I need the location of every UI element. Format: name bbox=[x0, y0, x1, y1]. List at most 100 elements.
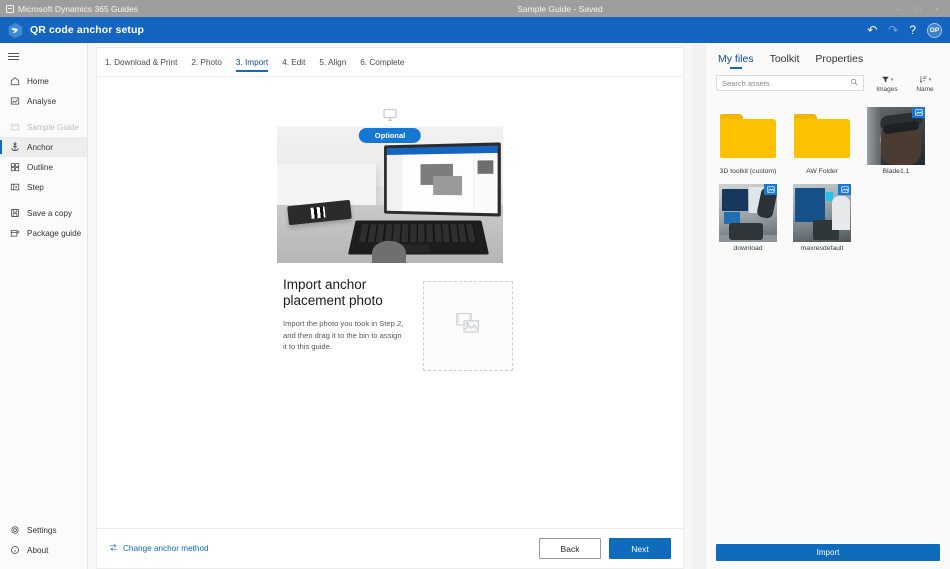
sort-name-button[interactable]: ▾ Name bbox=[910, 75, 940, 93]
assets-file-grid: 3D toolkit (custom) AW Folder Blade1.1 d… bbox=[706, 93, 950, 538]
anchor-photo-preview bbox=[277, 126, 503, 263]
maximize-button[interactable]: □ bbox=[915, 4, 920, 14]
monitor-icon bbox=[277, 107, 503, 123]
back-button[interactable]: Back bbox=[539, 538, 601, 559]
app-window: Microsoft Dynamics 365 Guides Sample Gui… bbox=[0, 0, 950, 569]
search-input[interactable] bbox=[722, 78, 850, 88]
tab-edit[interactable]: 4. Edit bbox=[282, 48, 305, 77]
redo-icon[interactable]: ↷ bbox=[888, 24, 898, 36]
photo-dropzone[interactable] bbox=[423, 281, 513, 371]
file-item-folder[interactable]: AW Folder bbox=[790, 107, 854, 176]
avatar[interactable]: OP bbox=[927, 22, 942, 38]
import-bar: Import bbox=[706, 538, 950, 569]
folder-thumbnail bbox=[790, 107, 854, 165]
step-icon bbox=[9, 182, 20, 193]
sidebar-item-anchor[interactable]: Anchor bbox=[0, 137, 87, 157]
minimize-button[interactable]: – bbox=[896, 4, 901, 14]
sidebar-item-home[interactable]: Home bbox=[0, 71, 87, 91]
sidebar-label: Anchor bbox=[27, 142, 53, 152]
package-icon bbox=[9, 228, 20, 239]
home-icon bbox=[9, 76, 20, 87]
tab-toolkit[interactable]: Toolkit bbox=[770, 53, 800, 71]
sort-label: Name bbox=[916, 86, 934, 93]
hamburger-menu-icon[interactable] bbox=[0, 43, 87, 69]
sidebar-item-analyse[interactable]: Analyse bbox=[0, 91, 87, 111]
assets-search-row: ▾ Images ▾ Name bbox=[706, 71, 950, 93]
gear-icon bbox=[9, 525, 20, 536]
file-item-image[interactable]: Blade1.1 bbox=[864, 107, 928, 176]
filter-icon: ▾ bbox=[881, 75, 893, 84]
app-header-bar: QR code anchor setup ↶ ↷ ? OP bbox=[0, 17, 950, 43]
optional-badge: Optional bbox=[358, 128, 422, 143]
import-heading: Import anchor placement photo bbox=[283, 277, 383, 309]
change-anchor-method-label: Change anchor method bbox=[123, 544, 209, 553]
import-button[interactable]: Import bbox=[716, 544, 940, 561]
wizard-footer: Change anchor method Back Next bbox=[97, 528, 683, 568]
sidebar-label: Settings bbox=[27, 525, 57, 535]
os-title-bar: Microsoft Dynamics 365 Guides Sample Gui… bbox=[0, 0, 950, 17]
tab-import[interactable]: 3. Import bbox=[235, 48, 269, 77]
sidebar-item-about[interactable]: About bbox=[0, 540, 87, 560]
guide-icon bbox=[9, 122, 20, 133]
sidebar-label: Save a copy bbox=[27, 208, 73, 218]
help-icon[interactable]: ? bbox=[909, 24, 916, 36]
os-document-title: Sample Guide - Saved bbox=[517, 3, 603, 14]
sidebar-label: Outline bbox=[27, 162, 53, 172]
anchor-icon bbox=[9, 142, 20, 153]
header-actions: ↶ ↷ ? OP bbox=[867, 22, 950, 38]
sidebar-label: Home bbox=[27, 76, 49, 86]
sidebar-item-outline[interactable]: Outline bbox=[0, 157, 87, 177]
import-description: Import the photo you took in Step 2, and… bbox=[283, 318, 404, 352]
tab-photo[interactable]: 2. Photo bbox=[191, 48, 222, 77]
file-item-image[interactable]: download bbox=[716, 184, 780, 253]
main-content: 1. Download & Print 2. Photo 3. Import 4… bbox=[88, 43, 692, 569]
swap-icon bbox=[109, 543, 118, 554]
analyse-icon bbox=[9, 96, 20, 107]
sidebar-label: Package guide bbox=[27, 228, 82, 238]
sort-icon: ▾ bbox=[919, 75, 931, 84]
guides-logo-icon bbox=[0, 22, 30, 39]
file-item-image[interactable]: maxresdefault bbox=[790, 184, 854, 253]
assets-panel-tabs: My files Toolkit Properties bbox=[706, 43, 950, 71]
sidebar-primary-list: Home Analyse Sample Guide Anchor Outline… bbox=[0, 69, 87, 243]
sidebar-item-sample-guide: Sample Guide bbox=[0, 117, 87, 137]
sidebar-item-package-guide[interactable]: Package guide bbox=[0, 223, 87, 243]
image-type-badge-icon bbox=[912, 107, 925, 118]
next-button[interactable]: Next bbox=[609, 538, 671, 559]
sidebar-item-settings[interactable]: Settings bbox=[0, 520, 87, 540]
tab-download-print[interactable]: 1. Download & Print bbox=[105, 48, 177, 77]
os-window-controls: – □ × bbox=[820, 4, 950, 14]
filter-label: Images bbox=[876, 86, 898, 93]
close-button[interactable]: × bbox=[935, 4, 940, 14]
file-label: download bbox=[733, 245, 763, 253]
wizard-step-tabs: 1. Download & Print 2. Photo 3. Import 4… bbox=[97, 48, 683, 77]
tab-align[interactable]: 5. Align bbox=[319, 48, 346, 77]
wizard-stage: Optional Import anchor placement photo I… bbox=[97, 77, 683, 528]
tab-complete[interactable]: 6. Complete bbox=[360, 48, 404, 77]
filter-images-button[interactable]: ▾ Images bbox=[872, 75, 902, 94]
assets-panel: My files Toolkit Properties ▾ Images bbox=[706, 43, 950, 569]
sidebar-item-save-a-copy[interactable]: Save a copy bbox=[0, 203, 87, 223]
sidebar-label: Analyse bbox=[27, 96, 57, 106]
change-anchor-method-link[interactable]: Change anchor method bbox=[109, 543, 209, 554]
tab-properties[interactable]: Properties bbox=[815, 53, 863, 71]
photo-placeholder-icon bbox=[455, 312, 481, 341]
import-info-text: Import anchor placement photo Import the… bbox=[283, 277, 405, 371]
search-assets-box[interactable] bbox=[716, 75, 864, 91]
folder-icon bbox=[794, 114, 850, 158]
sidebar-item-step[interactable]: Step bbox=[0, 177, 87, 197]
app-mini-icon bbox=[6, 4, 14, 13]
search-icon[interactable] bbox=[850, 78, 858, 88]
tab-my-files[interactable]: My files bbox=[718, 53, 754, 71]
page-title: QR code anchor setup bbox=[30, 24, 145, 36]
undo-icon[interactable]: ↶ bbox=[867, 24, 877, 36]
file-item-folder[interactable]: 3D toolkit (custom) bbox=[716, 107, 780, 176]
file-label: Blade1.1 bbox=[882, 168, 910, 175]
image-type-badge-icon bbox=[838, 184, 851, 196]
sidebar-label: About bbox=[27, 545, 49, 555]
info-icon bbox=[9, 545, 20, 556]
os-app-name: Microsoft Dynamics 365 Guides bbox=[18, 3, 138, 14]
image-thumbnail bbox=[716, 184, 780, 243]
image-type-badge-icon bbox=[764, 184, 777, 196]
sidebar: Home Analyse Sample Guide Anchor Outline… bbox=[0, 43, 88, 569]
